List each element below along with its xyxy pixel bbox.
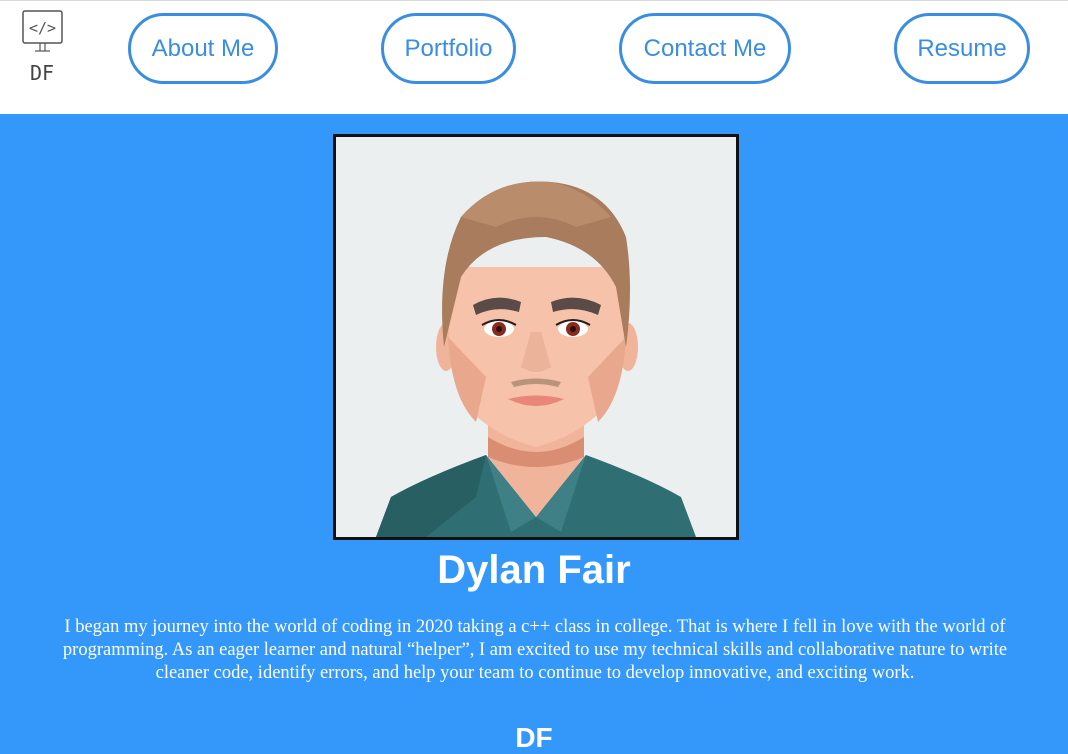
profile-bio: I began my journey into the world of cod…	[62, 617, 1008, 683]
portfolio-button[interactable]: Portfolio	[381, 13, 516, 84]
footer-logo-text: DF	[515, 722, 553, 753]
top-navigation-bar: </> DF About Me Portfolio Contact Me Res…	[0, 0, 1068, 114]
about-me-button[interactable]: About Me	[128, 13, 278, 84]
profile-photo	[333, 134, 739, 540]
profile-name: Dylan Fair	[437, 548, 631, 592]
svg-text:</>: </>	[29, 19, 56, 37]
avatar-illustration	[336, 137, 736, 537]
resume-button[interactable]: Resume	[894, 13, 1030, 84]
code-monitor-icon: </>	[22, 10, 63, 52]
contact-me-button[interactable]: Contact Me	[619, 13, 791, 84]
logo-text: DF	[30, 61, 55, 85]
